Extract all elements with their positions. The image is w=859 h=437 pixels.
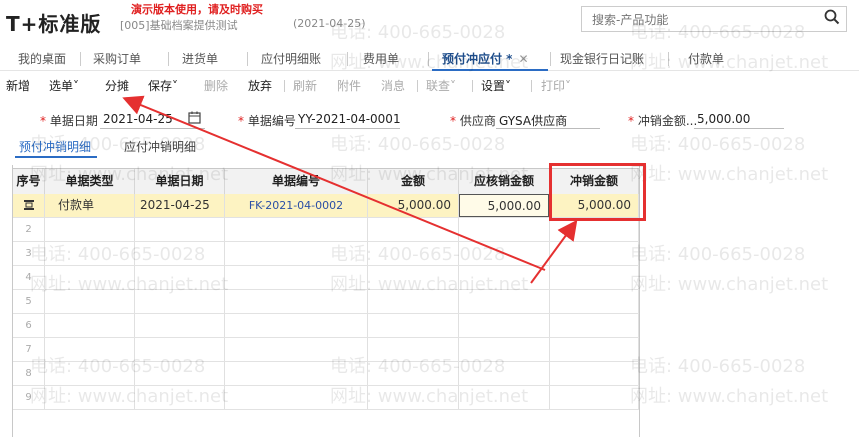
annotation-arrows (122, 95, 578, 284)
annotation-arrow-to-offset (530, 219, 578, 284)
annotation-arrow-to-allocate (122, 95, 546, 271)
